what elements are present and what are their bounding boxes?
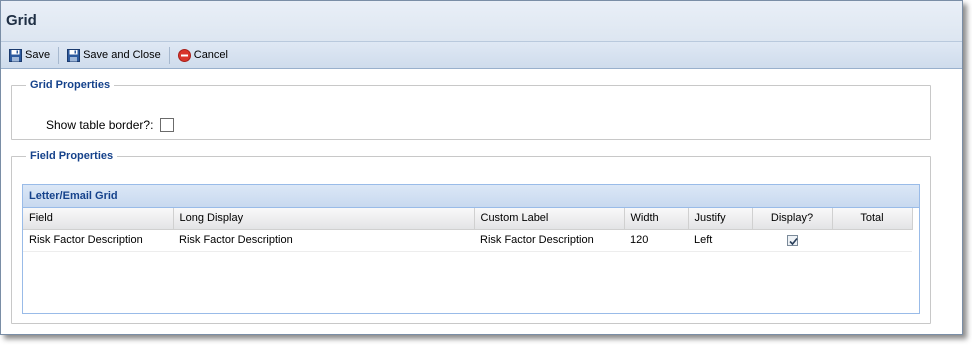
grid-properties-legend: Grid Properties (30, 79, 111, 91)
grid-title: Letter/Email Grid (23, 185, 919, 208)
cancel-label: Cancel (193, 49, 228, 61)
checkmark-icon (788, 237, 798, 245)
table-header-row: Field Long Display Custom Label Width Ju… (23, 208, 913, 230)
show-border-row: Show table border?: (46, 118, 175, 132)
save-and-close-button[interactable]: Save and Close (63, 45, 165, 65)
show-border-checkbox[interactable] (160, 118, 175, 132)
cell-total (832, 229, 912, 252)
cancel-circle-icon (177, 48, 191, 62)
cell-long-display: Risk Factor Description (173, 229, 474, 252)
floppy-disk-icon (9, 48, 22, 62)
column-header-display[interactable]: Display? (752, 208, 833, 230)
column-header-long-display[interactable]: Long Display (173, 208, 475, 230)
show-border-label: Show table border?: (46, 118, 154, 132)
save-label: Save (25, 49, 51, 61)
cell-justify: Left (688, 229, 752, 252)
window-title: Grid (6, 12, 37, 29)
save-and-close-label: Save and Close (83, 49, 161, 61)
grid-window: Grid Save Save and Close Cancel Grid Pro… (0, 0, 963, 335)
column-header-total[interactable]: Total (832, 208, 913, 230)
grid-properties-group: Grid Properties Show table border?: (11, 79, 931, 140)
column-header-field[interactable]: Field (23, 208, 174, 230)
table-row[interactable]: Risk Factor Description Risk Factor Desc… (23, 229, 912, 252)
toolbar-separator (168, 46, 170, 64)
cell-custom-label: Risk Factor Description (474, 229, 624, 252)
field-properties-legend: Field Properties (30, 150, 114, 162)
cell-width: 120 (624, 229, 688, 252)
title-bar: Grid (1, 1, 962, 42)
cell-field: Risk Factor Description (23, 229, 173, 252)
toolbar: Save Save and Close Cancel (1, 42, 962, 69)
floppy-disk-icon (67, 48, 81, 62)
cell-display (752, 229, 832, 252)
save-button[interactable]: Save (5, 45, 54, 65)
cancel-button[interactable]: Cancel (174, 45, 232, 65)
display-checkbox[interactable] (786, 234, 798, 246)
toolbar-separator (58, 46, 60, 64)
letter-email-grid: Letter/Email Grid Field Long Display Cus… (22, 184, 920, 314)
column-header-width[interactable]: Width (624, 208, 689, 230)
fields-table: Field Long Display Custom Label Width Ju… (23, 208, 913, 252)
column-header-justify[interactable]: Justify (688, 208, 753, 230)
column-header-custom-label[interactable]: Custom Label (474, 208, 625, 230)
